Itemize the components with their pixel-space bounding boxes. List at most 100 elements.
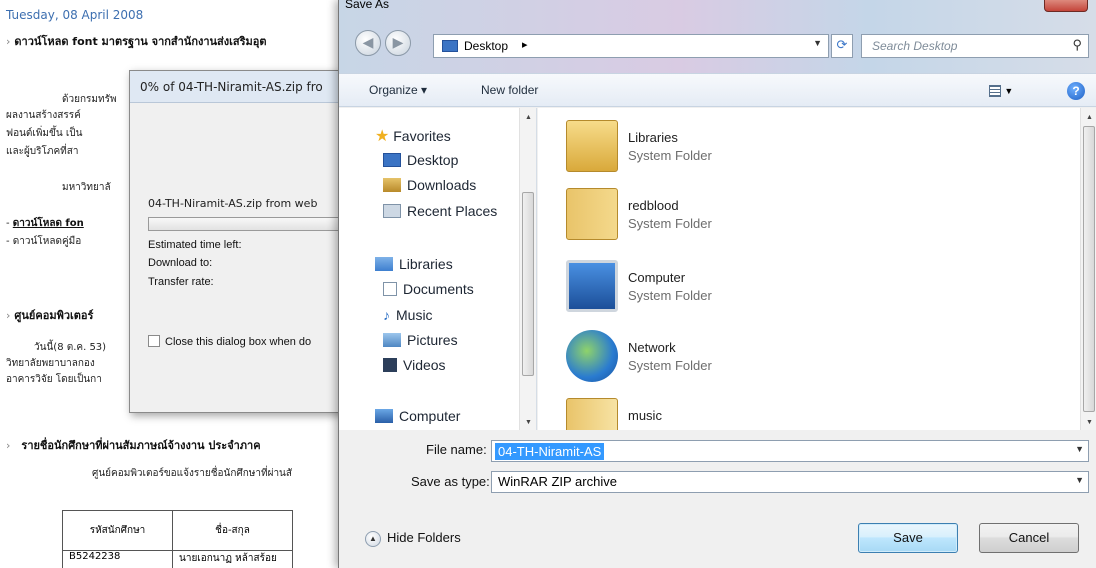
scroll-down-icon[interactable]: ▼ — [1086, 419, 1093, 426]
refresh-button[interactable]: ⟳ — [831, 34, 853, 58]
toolbar: Organize ▾ New folder ▼ ? — [339, 73, 1096, 107]
videos-icon — [383, 358, 397, 372]
back-button[interactable]: ◀ — [355, 30, 381, 56]
download-progress-dialog: 0% of 04-TH-Niramit-AS.zip fro 04-TH-Nir… — [129, 70, 388, 413]
chevron-down-icon: ▼ — [1004, 86, 1014, 96]
file-list-pane: Libraries System Folder redblood System … — [538, 108, 1096, 430]
new-folder-button[interactable]: New folder — [481, 83, 538, 97]
list-item[interactable]: redblood System Folder — [566, 188, 866, 248]
nav-videos[interactable]: Videos — [383, 357, 446, 373]
desktop-icon — [383, 153, 401, 167]
hide-folders-button[interactable]: ▲ Hide Folders — [365, 530, 461, 547]
nav-desktop[interactable]: Desktop — [383, 152, 458, 168]
nav-downloads[interactable]: Downloads — [383, 177, 476, 193]
search-input[interactable]: Search Desktop ⚲ — [861, 34, 1089, 58]
nav-documents[interactable]: Documents — [383, 281, 474, 297]
network-globe-icon — [566, 330, 618, 382]
list-item[interactable]: Libraries System Folder — [566, 120, 866, 180]
article-date: Tuesday, 08 April 2008 — [6, 8, 144, 22]
breadcrumb-arrow-icon[interactable]: ▸ — [522, 38, 528, 51]
forward-button[interactable]: ▶ — [385, 30, 411, 56]
download-dialog-title: 0% of 04-TH-Niramit-AS.zip fro — [130, 71, 368, 103]
table-header: ชื่อ-สกุล — [172, 510, 293, 551]
save-button[interactable]: Save — [858, 523, 958, 553]
close-when-done-checkbox[interactable]: Close this dialog box when do — [148, 335, 311, 348]
scroll-up-icon[interactable]: ▲ — [525, 114, 532, 121]
download-file-line: 04-TH-Niramit-AS.zip from web — [148, 197, 318, 210]
music-folder-icon — [566, 398, 618, 430]
news-text-line: วิทยาลัยพยาบาลกอง — [6, 358, 95, 369]
navigation-pane: ★ Favorites Desktop Downloads Recent Pla… — [339, 108, 537, 430]
chevron-down-icon[interactable]: ▼ — [1075, 444, 1084, 454]
change-view-button[interactable]: ▼ — [989, 83, 1021, 99]
documents-icon — [383, 282, 397, 296]
nav-music[interactable]: ♪ Music — [383, 307, 433, 323]
article-text-line: และผู้บริโภคที่สา — [6, 146, 79, 157]
download-font-link[interactable]: - ดาวน์โหลด fon — [6, 216, 84, 231]
download-manual-link[interactable]: - ดาวน์โหลดคู่มือ — [6, 234, 81, 249]
dialog-footer: ▲ Hide Folders Save Cancel — [339, 514, 1096, 568]
article-text-line: ด้วยกรมทรัพ — [62, 94, 117, 105]
nav-computer[interactable]: Computer — [375, 408, 460, 424]
star-icon: ★ — [375, 128, 390, 145]
scrollbar-thumb[interactable] — [522, 192, 534, 376]
pictures-icon — [383, 333, 401, 347]
file-name-value[interactable]: 04-TH-Niramit-AS — [495, 443, 605, 460]
music-icon: ♪ — [383, 307, 390, 323]
organize-button[interactable]: Organize ▾ — [369, 83, 427, 97]
computer-icon — [375, 409, 393, 423]
chevron-down-icon[interactable]: ▼ — [813, 38, 822, 48]
scroll-up-icon[interactable]: ▲ — [1086, 114, 1093, 121]
close-button[interactable] — [1044, 0, 1088, 12]
students-text: ศูนย์คอมพิวเตอร์ขอแจ้งรายชื่อนักศึกษาที่… — [92, 468, 292, 479]
students-table: รหัสนักศึกษา ชื่อ-สกุล B5242238 นายเอกนา… — [62, 510, 293, 568]
scroll-down-icon[interactable]: ▼ — [525, 419, 532, 426]
search-icon[interactable]: ⚲ — [1072, 37, 1082, 53]
dialog-title-bar: Save As ◀ ▶ Desktop ▸ ▼ ⟳ Search Desktop… — [339, 0, 1096, 80]
article-text-line: ฟอนต์เพิ่มขึ้น เป็น — [6, 128, 83, 139]
article-text-line: ผลงานสร้างสรรค์ — [6, 110, 81, 121]
news-text-line: วันนี้(8 ต.ค. 53) — [34, 342, 107, 353]
nav-recent-places[interactable]: Recent Places — [383, 203, 497, 219]
downloads-icon — [383, 178, 401, 192]
address-bar[interactable]: Desktop ▸ ▼ — [433, 34, 829, 58]
news-text-line: อาคารวิจัย โดยเป็นกา — [6, 374, 102, 385]
table-cell: B5242238 — [62, 550, 173, 568]
computer-monitor-icon — [566, 260, 618, 312]
download-to-label: Download to: — [148, 257, 213, 269]
scrollbar-thumb[interactable] — [1083, 126, 1095, 412]
libraries-icon — [375, 257, 393, 271]
list-item[interactable]: music — [566, 398, 866, 430]
nav-pictures[interactable]: Pictures — [383, 332, 458, 348]
checkbox-box[interactable] — [148, 335, 160, 347]
save-type-label: Save as type: — [411, 474, 490, 489]
chevron-up-icon: ▲ — [365, 530, 381, 547]
save-fields: File name: 04-TH-Niramit-AS ▼ Save as ty… — [339, 432, 1096, 502]
list-item[interactable]: Computer System Folder — [566, 260, 866, 320]
nav-scrollbar[interactable]: ▲ ▼ — [519, 108, 536, 430]
view-icon — [989, 84, 1001, 97]
help-icon[interactable]: ? — [1067, 82, 1085, 100]
table-cell: นายเอกนาฏ หล้าสร้อย — [172, 550, 293, 568]
article-heading[interactable]: › ดาวน์โหลด font มาตรฐาน จากสำนักงานส่งเส… — [6, 32, 267, 50]
save-as-dialog: Save As ◀ ▶ Desktop ▸ ▼ ⟳ Search Desktop… — [338, 0, 1096, 568]
save-type-select[interactable]: WinRAR ZIP archive ▼ — [491, 471, 1089, 493]
table-row: B5242238 นายเอกนาฏ หล้าสร้อย — [62, 550, 293, 568]
chevron-down-icon[interactable]: ▼ — [1075, 475, 1084, 485]
libraries-folder-icon — [566, 120, 618, 172]
file-list-scrollbar[interactable]: ▲ ▼ — [1080, 108, 1096, 430]
article-text-line: มหาวิทยาลั — [62, 182, 111, 193]
news-heading[interactable]: › ศูนย์คอมพิวเตอร์ — [6, 306, 93, 324]
nav-libraries[interactable]: Libraries — [375, 256, 453, 272]
list-item[interactable]: Network System Folder — [566, 330, 866, 390]
user-folder-icon — [566, 188, 618, 240]
file-name-input[interactable]: 04-TH-Niramit-AS ▼ — [491, 440, 1089, 462]
recent-places-icon — [383, 204, 401, 218]
students-heading[interactable]: › รายชื่อนักศึกษาที่ผ่านสัมภาษณ์จ้างงาน … — [6, 436, 261, 454]
estimated-time-label: Estimated time left: — [148, 239, 242, 251]
table-header: รหัสนักศึกษา — [62, 510, 173, 551]
cancel-button[interactable]: Cancel — [979, 523, 1079, 553]
file-name-label: File name: — [426, 442, 487, 457]
nav-favorites[interactable]: ★ Favorites — [375, 126, 451, 146]
address-location[interactable]: Desktop — [464, 39, 508, 53]
